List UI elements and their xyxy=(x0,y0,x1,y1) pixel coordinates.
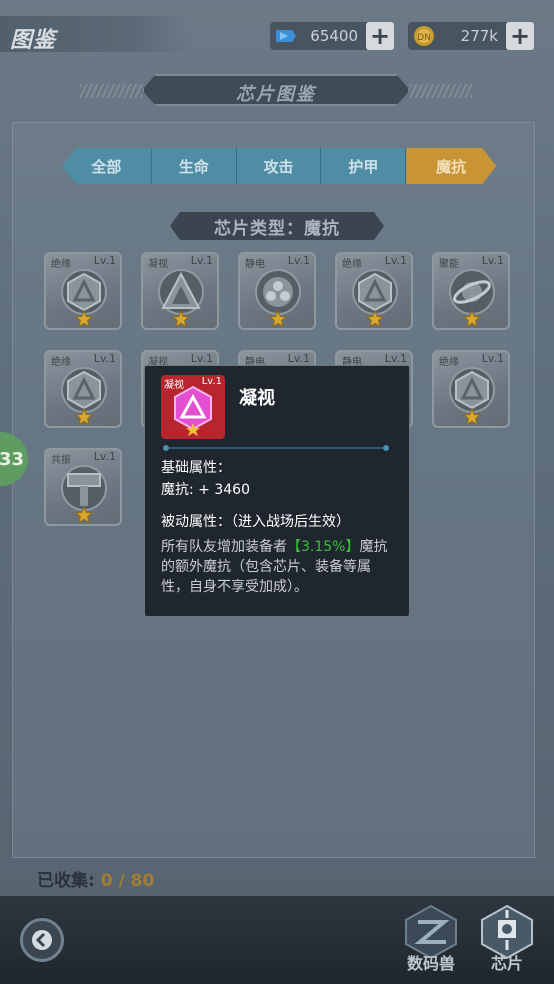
chip-card[interactable]: 绝缘 Lv.1 xyxy=(44,350,122,428)
divider xyxy=(163,445,389,451)
tab-armor[interactable]: 护甲 xyxy=(321,148,407,184)
coin-count: 277k xyxy=(460,27,498,45)
svg-text:DN: DN xyxy=(417,33,431,43)
collected-count: 0 / 80 xyxy=(100,871,155,891)
side-avatar-level: 33 xyxy=(0,448,24,470)
tab-hp[interactable]: 生命 xyxy=(151,148,237,184)
desc-highlight: 【3.15%】 xyxy=(287,539,360,555)
star-icon xyxy=(74,505,94,524)
coin-currency: DN 277k + xyxy=(408,22,534,50)
collected-label: 已收集: xyxy=(37,871,95,891)
banner-title: 芯片图鉴 xyxy=(236,84,316,105)
banner-stripes-right xyxy=(410,84,472,98)
collection-progress: 已收集: 0 / 80 xyxy=(37,866,154,891)
diamond-currency: 65400 + xyxy=(270,22,394,50)
chip-detail-tooltip: 凝视 Lv.1 凝视 基础属性： 魔抗: + 3460 被动属性：（进入战场后生… xyxy=(144,365,410,617)
back-arrow-icon xyxy=(32,930,52,950)
chip-card[interactable]: 绝缘 Lv.1 xyxy=(432,350,510,428)
title-tab: 图鉴 xyxy=(0,16,190,53)
banner-stripes-left xyxy=(80,84,142,98)
coin-icon: DN xyxy=(410,22,438,50)
nav-digimon-label: 数码兽 xyxy=(406,954,455,973)
passive-attr-description: 所有队友增加装备者【3.15%】魔抗的额外魔抗（包含芯片、装备等属性，自身不享受… xyxy=(161,537,395,597)
chip-type-title: 芯片类型：魔抗 xyxy=(170,212,384,240)
category-tabs: 全部 生命 攻击 护甲 魔抗 xyxy=(62,148,497,184)
star-icon xyxy=(171,309,191,328)
star-icon xyxy=(74,407,94,426)
passive-attr-title: 被动属性：（进入战场后生效） xyxy=(161,514,350,530)
tab-magic-resist[interactable]: 魔抗 xyxy=(406,148,497,184)
gaze-emblem-icon xyxy=(174,385,212,436)
nav-digimon[interactable]: 数码兽 xyxy=(396,902,466,980)
top-bar: 图鉴 65400 + DN 277k + xyxy=(0,14,554,56)
star-icon xyxy=(462,309,482,328)
star-icon xyxy=(268,309,288,328)
chip-detail-name: 凝视 xyxy=(239,388,275,409)
chip-card[interactable]: 凝视 Lv.1 xyxy=(141,252,219,330)
diamond-count: 65400 xyxy=(310,27,358,45)
chip-card[interactable]: 聚能 Lv.1 xyxy=(432,252,510,330)
nav-chip[interactable]: 芯片 xyxy=(472,902,542,980)
star-icon xyxy=(365,309,385,328)
chip-detail-icon: 凝视 Lv.1 xyxy=(161,375,225,439)
bottom-bar xyxy=(0,896,554,984)
chip-card[interactable]: 绝缘 Lv.1 xyxy=(335,252,413,330)
star-icon xyxy=(462,407,482,426)
base-attr-value: 魔抗: + 3460 xyxy=(161,482,250,498)
tab-attack[interactable]: 攻击 xyxy=(236,148,322,184)
tab-all[interactable]: 全部 xyxy=(62,148,152,184)
banner-plate: 芯片图鉴 xyxy=(142,74,410,106)
section-banner: 芯片图鉴 xyxy=(80,72,472,108)
chip-codex-screen: 图鉴 65400 + DN 277k + 芯片图鉴 全部 生命 攻击 护甲 魔抗… xyxy=(0,0,554,984)
page-title: 图鉴 xyxy=(10,28,57,53)
diamond-icon xyxy=(272,22,300,50)
add-diamond-button[interactable]: + xyxy=(366,22,394,50)
chip-card[interactable]: 静电 Lv.1 xyxy=(238,252,316,330)
base-attr-title: 基础属性： xyxy=(161,460,231,476)
back-button[interactable] xyxy=(20,918,64,962)
star-icon xyxy=(74,309,94,328)
add-coin-button[interactable]: + xyxy=(506,22,534,50)
desc-before: 所有队友增加装备者 xyxy=(161,539,287,555)
nav-chip-label: 芯片 xyxy=(490,954,523,973)
chip-card[interactable]: 共振 Lv.1 xyxy=(44,448,122,526)
chip-card[interactable]: 绝缘 Lv.1 xyxy=(44,252,122,330)
